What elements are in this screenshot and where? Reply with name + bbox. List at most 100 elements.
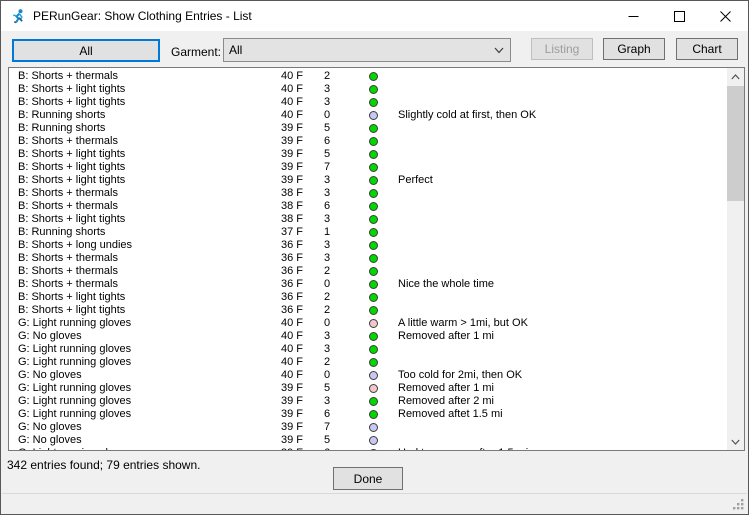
status-dot <box>369 215 378 224</box>
status-dot <box>369 189 378 198</box>
scrollbar[interactable] <box>727 68 744 450</box>
entry-garment: B: Shorts + light tights <box>18 174 126 186</box>
status-dot <box>369 254 378 263</box>
entry-count: 6 <box>324 447 330 450</box>
entry-count: 2 <box>324 70 331 82</box>
scroll-thumb[interactable] <box>727 86 744 201</box>
entry-count: 2 <box>324 265 331 277</box>
entry-count: 7 <box>324 421 331 433</box>
entry-count: 5 <box>324 122 331 134</box>
entry-temperature: 36 F <box>281 291 304 303</box>
chart-button[interactable]: Chart <box>676 38 738 60</box>
list-row[interactable]: B: Shorts + light tights 39 F 7 <box>9 161 726 174</box>
list-row[interactable]: G: No gloves 40 F 3 Removed after 1 mi <box>9 330 726 343</box>
entry-temperature: 38 F <box>281 200 304 212</box>
list-row[interactable]: G: Light running gloves 39 F 3 Removed a… <box>9 395 726 408</box>
list-row[interactable]: G: Light running gloves 39 F 6 Had to re… <box>9 447 726 450</box>
list-row[interactable]: B: Shorts + thermals 36 F 3 <box>9 252 726 265</box>
garment-select[interactable]: All <box>223 38 511 62</box>
entry-temperature: 39 F <box>281 395 304 407</box>
entry-garment: B: Shorts + thermals <box>18 187 118 199</box>
entry-comment: Removed after 1 mi <box>398 382 494 394</box>
entry-temperature: 40 F <box>281 96 304 108</box>
all-filter-button[interactable]: All <box>12 39 160 62</box>
entry-count: 3 <box>324 252 331 264</box>
list-row[interactable]: B: Shorts + long undies 36 F 3 <box>9 239 726 252</box>
list-row[interactable]: G: No gloves 39 F 7 <box>9 421 726 434</box>
list-row[interactable]: B: Shorts + thermals 40 F 2 <box>9 70 726 83</box>
list-row[interactable]: B: Shorts + light tights 38 F 3 <box>9 213 726 226</box>
runner-icon <box>13 8 23 23</box>
list-row[interactable]: B: Shorts + thermals 36 F 0 Nice the who… <box>9 278 726 291</box>
entry-temperature: 38 F <box>281 187 304 199</box>
graph-button[interactable]: Graph <box>603 38 665 60</box>
list-row[interactable]: G: Light running gloves 40 F 2 <box>9 356 726 369</box>
list-row[interactable]: B: Shorts + light tights 40 F 3 <box>9 83 726 96</box>
resize-grip[interactable] <box>733 499 744 510</box>
list-row[interactable]: G: No gloves 40 F 0 Too cold for 2mi, th… <box>9 369 726 382</box>
list-row[interactable]: G: Light running gloves 40 F 0 A little … <box>9 317 726 330</box>
list-row[interactable]: B: Shorts + light tights 36 F 2 <box>9 304 726 317</box>
title-bar: PERunGear: Show Clothing Entries - List <box>1 1 748 31</box>
entry-temperature: 40 F <box>281 109 304 121</box>
list-row[interactable]: G: Light running gloves 39 F 6 Removed a… <box>9 408 726 421</box>
list-row[interactable]: B: Shorts + light tights 36 F 2 <box>9 291 726 304</box>
scroll-down-button[interactable] <box>727 433 744 450</box>
chevron-up-icon <box>731 73 740 79</box>
list-row[interactable]: B: Shorts + light tights 40 F 3 <box>9 96 726 109</box>
status-dot <box>369 319 378 328</box>
entry-count: 2 <box>324 291 331 303</box>
status-dot <box>369 85 378 94</box>
list-row[interactable]: G: No gloves 39 F 5 <box>9 434 726 447</box>
list-row[interactable]: G: Light running gloves 40 F 3 <box>9 343 726 356</box>
entry-garment: B: Shorts + light tights <box>18 148 126 160</box>
list-row[interactable]: G: Light running gloves 39 F 5 Removed a… <box>9 382 726 395</box>
entry-count: 3 <box>324 330 331 342</box>
entry-count: 6 <box>324 135 331 147</box>
minimize-button[interactable] <box>610 1 656 31</box>
entry-garment: B: Shorts + thermals <box>18 265 118 277</box>
entry-temperature: 36 F <box>281 278 304 290</box>
entry-comment: Nice the whole time <box>398 278 494 290</box>
list-row[interactable]: B: Running shorts 37 F 1 <box>9 226 726 239</box>
list-row[interactable]: B: Shorts + light tights 39 F 3 Perfect <box>9 174 726 187</box>
entry-garment: B: Shorts + light tights <box>18 83 126 95</box>
status-dot <box>369 280 378 289</box>
status-dot <box>369 345 378 354</box>
entry-count: 3 <box>324 96 331 108</box>
entry-garment: B: Shorts + light tights <box>18 213 126 225</box>
entry-garment: G: Light running gloves <box>18 343 132 355</box>
entry-temperature: 39 F <box>281 148 304 160</box>
list-row[interactable]: B: Shorts + thermals 38 F 6 <box>9 200 726 213</box>
entry-garment: B: Shorts + light tights <box>18 96 126 108</box>
entry-garment: G: No gloves <box>18 369 82 381</box>
entry-garment: B: Shorts + long undies <box>18 239 133 251</box>
entry-count: 1 <box>324 226 331 238</box>
entry-count: 3 <box>324 213 331 225</box>
maximize-button[interactable] <box>656 1 702 31</box>
entry-count: 7 <box>324 161 331 173</box>
list-row[interactable]: B: Shorts + light tights 39 F 5 <box>9 148 726 161</box>
entry-count: 3 <box>324 174 331 186</box>
list-row[interactable]: B: Shorts + thermals 38 F 3 <box>9 187 726 200</box>
scroll-up-button[interactable] <box>727 68 744 85</box>
done-button[interactable]: Done <box>333 467 403 490</box>
entry-temperature: 40 F <box>281 369 304 381</box>
list-row[interactable]: B: Shorts + thermals 36 F 2 <box>9 265 726 278</box>
entry-garment: G: Light running gloves <box>18 382 132 394</box>
entry-count: 5 <box>324 148 331 160</box>
list-row[interactable]: B: Running shorts 39 F 5 <box>9 122 726 135</box>
status-dot <box>369 384 378 393</box>
status-dot <box>369 150 378 159</box>
maximize-icon <box>673 10 685 22</box>
listing-button: Listing <box>531 38 593 60</box>
chevron-down-icon <box>494 47 504 54</box>
list-row[interactable]: B: Shorts + thermals 39 F 6 <box>9 135 726 148</box>
entry-comment: Removed after 1 mi <box>398 330 494 342</box>
status-dot <box>369 228 378 237</box>
list-row[interactable]: B: Running shorts 40 F 0 Slightly cold a… <box>9 109 726 122</box>
entry-garment: B: Shorts + thermals <box>18 135 118 147</box>
status-dot <box>369 410 378 419</box>
close-button[interactable] <box>702 1 748 31</box>
statusbar-divider <box>2 493 747 494</box>
